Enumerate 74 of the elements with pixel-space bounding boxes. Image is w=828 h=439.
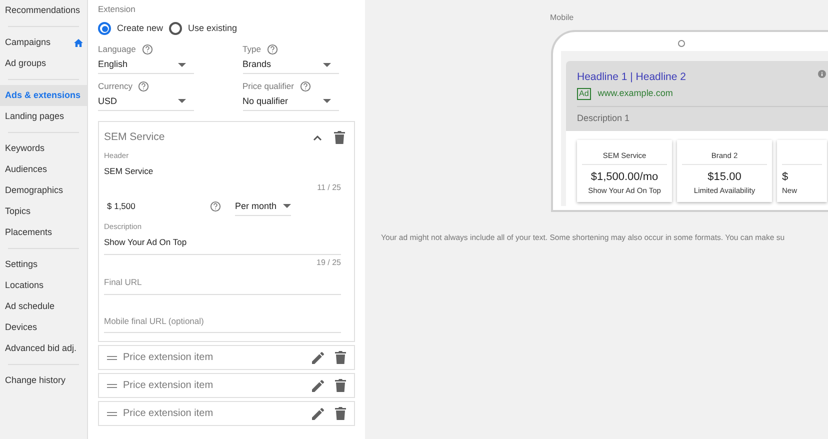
- edit-icon[interactable]: [312, 379, 325, 392]
- help-icon[interactable]: [266, 44, 278, 56]
- final-url-field[interactable]: Final URL: [104, 270, 341, 294]
- trash-icon[interactable]: [335, 379, 346, 392]
- header-field[interactable]: SEM Service: [104, 164, 341, 179]
- sidebar-item[interactable]: Landing pages: [0, 106, 87, 127]
- ad-description: Description 1: [576, 112, 631, 126]
- chevron-up-icon[interactable]: [313, 134, 322, 141]
- radio-icon[interactable]: [98, 22, 111, 35]
- sidebar-item[interactable]: Settings: [0, 254, 87, 275]
- caret-icon: [282, 204, 291, 208]
- info-icon[interactable]: [818, 70, 826, 78]
- card-price: $1,500.00/mo: [590, 170, 658, 185]
- ad-headline[interactable]: Headline 1 | Headline 2: [577, 70, 686, 86]
- price-field[interactable]: $ 1,500: [104, 200, 204, 214]
- item-title: SEM Service: [104, 130, 165, 145]
- sidebar-item[interactable]: Keywords: [0, 138, 87, 159]
- ad-url: www.example.com: [598, 86, 673, 100]
- collapsed-item-row[interactable]: Price extension item: [98, 345, 355, 370]
- field-label: Type: [242, 43, 338, 56]
- help-icon[interactable]: [210, 201, 221, 212]
- caret-icon: [178, 62, 186, 66]
- item-title: Price extension item: [123, 379, 214, 394]
- sidebar-item[interactable]: Ad groups: [0, 53, 87, 74]
- item-title: Price extension item: [123, 351, 214, 366]
- trash-icon[interactable]: [335, 351, 346, 364]
- character-count: 19 / 25: [316, 256, 341, 269]
- sidebar-item[interactable]: Placements: [0, 222, 87, 243]
- sidebar-item[interactable]: Advanced bid adj.: [0, 338, 87, 359]
- help-icon[interactable]: [138, 80, 150, 92]
- collapsed-item-row[interactable]: Price extension item: [98, 373, 355, 398]
- sidebar-item[interactable]: Campaigns: [0, 32, 87, 53]
- unit-dropdown[interactable]: Per month: [235, 198, 291, 216]
- trash-icon[interactable]: [335, 407, 346, 420]
- description-field[interactable]: Show Your Ad On Top: [104, 232, 341, 255]
- trash-icon[interactable]: [334, 131, 345, 144]
- caret-icon: [178, 99, 186, 104]
- sidebar-item[interactable]: Locations: [0, 275, 87, 296]
- drag-handle-icon[interactable]: [107, 412, 117, 416]
- mobile-url-field[interactable]: Mobile final URL (optional): [104, 294, 341, 334]
- ad-badge: Ad: [577, 88, 591, 100]
- radio-icon[interactable]: [169, 22, 182, 35]
- dropdown[interactable]: Brands: [242, 56, 338, 74]
- caret-icon: [322, 62, 330, 66]
- sidebar-item[interactable]: Topics: [0, 201, 87, 222]
- sidebar-item[interactable]: Ad schedule: [0, 296, 87, 317]
- sidebar-item[interactable]: Audiences: [0, 159, 87, 180]
- dropdown[interactable]: No qualifier: [242, 92, 338, 111]
- field-label: Language: [98, 43, 194, 56]
- radio-option[interactable]: Create new: [98, 22, 164, 36]
- field-label: Price qualifier: [242, 80, 338, 93]
- card-price: $15.00: [708, 170, 742, 185]
- field-label: Extension: [98, 3, 136, 16]
- item-title: Price extension item: [123, 407, 214, 422]
- edit-icon[interactable]: [312, 407, 325, 420]
- sidebar-item[interactable]: Demographics: [0, 180, 87, 201]
- drag-handle-icon[interactable]: [107, 356, 117, 360]
- dropdown[interactable]: English: [98, 56, 194, 74]
- edit-icon[interactable]: [312, 351, 325, 364]
- dropdown[interactable]: USD: [98, 92, 194, 111]
- sidebar-item[interactable]: Recommendations: [0, 0, 87, 21]
- field-label: Currency: [98, 80, 194, 93]
- sidebar-item[interactable]: Devices: [0, 317, 87, 338]
- sidebar-item[interactable]: Change history: [0, 370, 87, 391]
- drag-handle-icon[interactable]: [107, 384, 117, 388]
- preview-label: Mobile: [550, 12, 575, 24]
- help-icon[interactable]: [300, 80, 311, 92]
- character-count: 11 / 25: [316, 182, 341, 194]
- camera-icon: [678, 40, 684, 47]
- caret-icon: [322, 99, 330, 104]
- help-icon[interactable]: [142, 44, 153, 56]
- radio-option[interactable]: Use existing: [169, 22, 238, 36]
- card-price: $: [782, 170, 788, 185]
- collapsed-item-row[interactable]: Price extension item: [98, 401, 355, 426]
